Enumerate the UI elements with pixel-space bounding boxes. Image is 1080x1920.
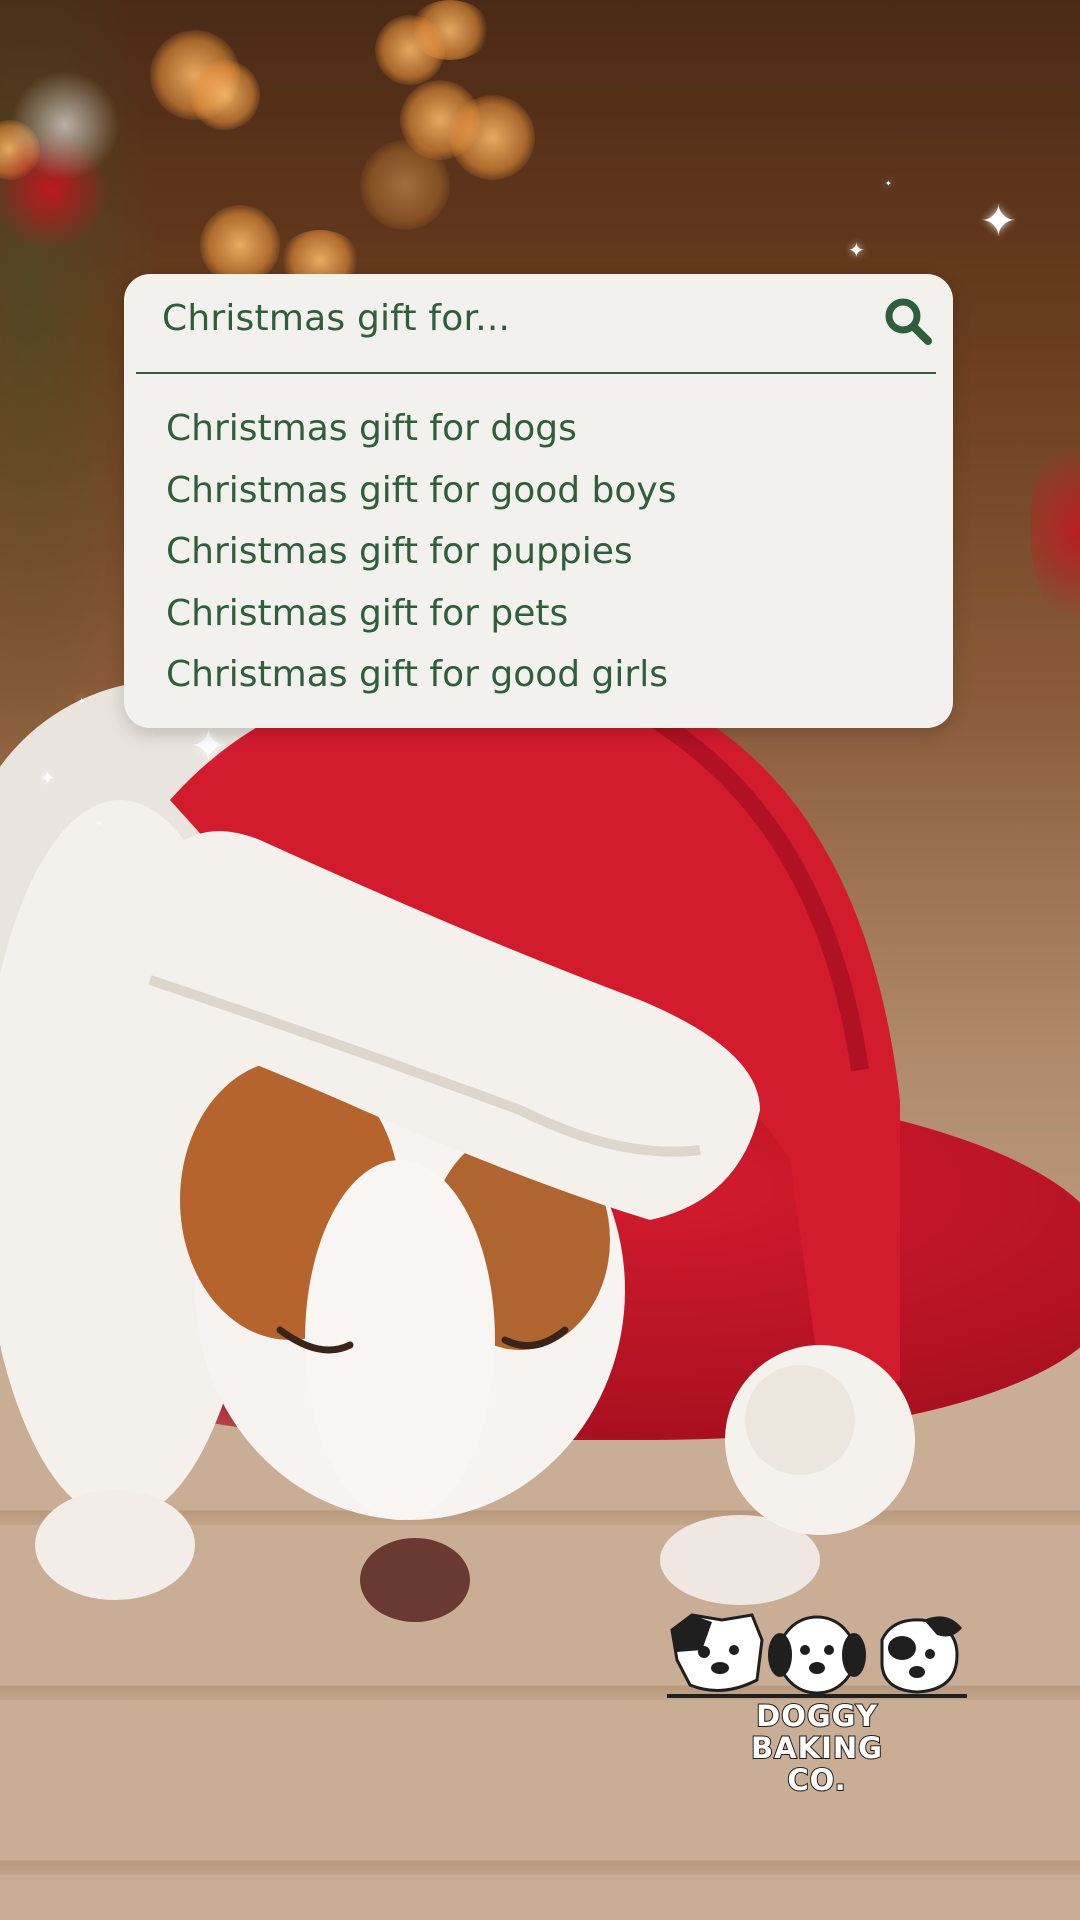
sparkle-icon: ✦	[885, 179, 892, 188]
bokeh-light	[450, 95, 535, 180]
sparkle-icon: ✦	[190, 721, 227, 772]
dog-logo-icon	[667, 1613, 967, 1698]
bokeh-light	[10, 70, 120, 180]
bokeh-light	[375, 15, 445, 85]
suggestion-list: Christmas gift for dogs Christmas gift f…	[166, 398, 677, 706]
brand-name: DOGGY BAKING CO.	[662, 1699, 972, 1797]
sparkle-icon: ✦	[40, 768, 56, 789]
brand-name-line2: BAKING	[750, 1731, 883, 1765]
dog-in-santa-hat	[0, 668, 915, 1622]
sparkle-icon: ✦	[848, 238, 865, 262]
brand-logo: DOGGY BAKING CO.	[662, 1610, 972, 1810]
sparkle-icon: ✦	[96, 819, 103, 828]
search-box[interactable]: Christmas gift for... Christmas gift for…	[124, 274, 953, 728]
suggestion-item[interactable]: Christmas gift for good girls	[166, 644, 677, 706]
bokeh-light	[200, 205, 280, 285]
suggestion-item[interactable]: Christmas gift for good boys	[166, 460, 677, 522]
search-icon[interactable]	[881, 294, 935, 348]
search-divider	[136, 372, 936, 374]
sparkle-icon: ✦	[78, 697, 86, 707]
sparkle-icon: ✦	[980, 196, 1017, 247]
ornament-blur	[1030, 420, 1080, 640]
bokeh-light	[360, 140, 450, 230]
brand-name-line3: CO.	[786, 1763, 847, 1797]
suggestion-item[interactable]: Christmas gift for dogs	[166, 398, 677, 460]
search-input-row[interactable]: Christmas gift for...	[124, 274, 953, 372]
bokeh-light	[190, 60, 260, 130]
search-input[interactable]: Christmas gift for...	[162, 298, 510, 339]
suggestion-item[interactable]: Christmas gift for pets	[166, 583, 677, 645]
suggestion-item[interactable]: Christmas gift for puppies	[166, 521, 677, 583]
brand-name-line1: DOGGY	[755, 1699, 878, 1733]
